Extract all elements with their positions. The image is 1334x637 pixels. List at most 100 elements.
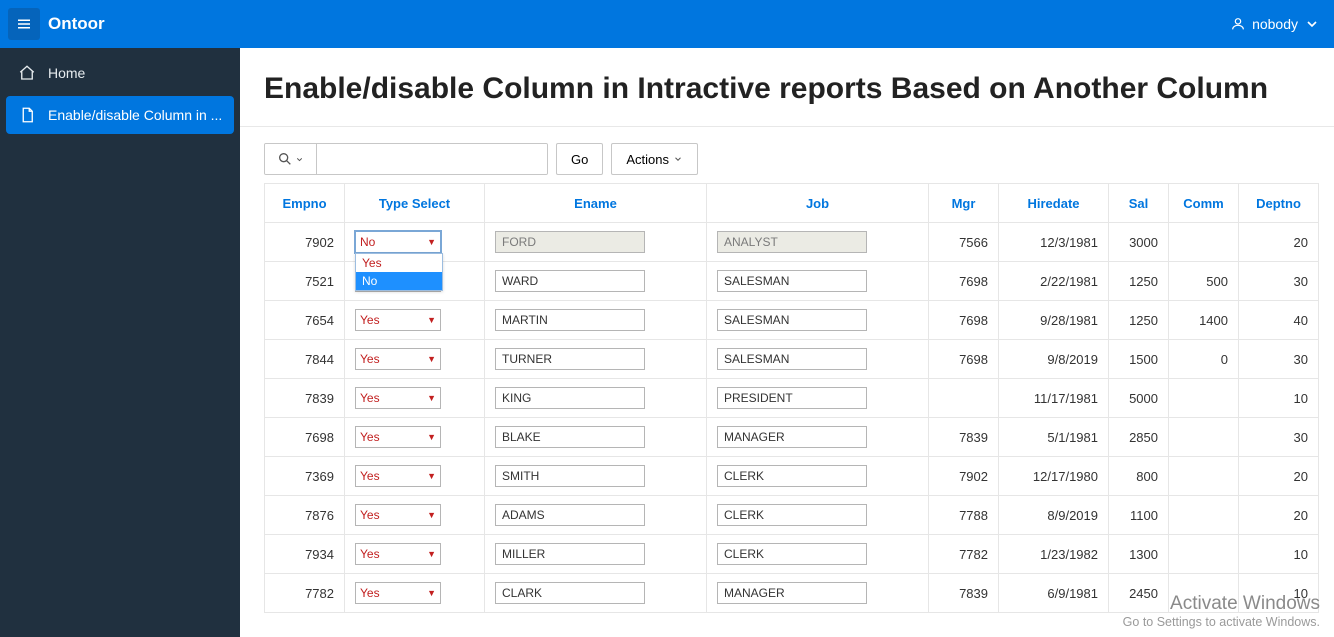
cell-mgr: 7782 xyxy=(929,535,999,574)
type-select[interactable]: Yes▼ xyxy=(355,309,441,331)
cell-mgr: 7698 xyxy=(929,301,999,340)
col-job-header[interactable]: Job xyxy=(707,184,929,223)
ename-input[interactable] xyxy=(495,270,645,292)
cell-deptno: 10 xyxy=(1239,535,1319,574)
job-input[interactable] xyxy=(717,387,867,409)
job-input[interactable] xyxy=(717,309,867,331)
ename-input[interactable] xyxy=(495,309,645,331)
type-option-no[interactable]: No xyxy=(356,272,442,290)
table-row: 7934Yes▼77821/23/1982130010 xyxy=(265,535,1319,574)
sidebar-item-home[interactable]: Home xyxy=(6,54,234,92)
type-select[interactable]: Yes▼ xyxy=(355,348,441,370)
search-wrap xyxy=(264,143,548,175)
cell-job xyxy=(707,340,929,379)
job-input[interactable] xyxy=(717,543,867,565)
type-select[interactable]: Yes ▼ xyxy=(355,387,441,409)
ename-input[interactable] xyxy=(495,543,645,565)
home-icon xyxy=(18,64,36,82)
cell-mgr: 7698 xyxy=(929,340,999,379)
cell-type-select: Yes▼ xyxy=(345,457,485,496)
type-select[interactable]: Yes ▼ xyxy=(355,582,441,604)
type-select-value: Yes xyxy=(360,469,380,483)
report-table: Empno Type Select Ename Job Mgr Hiredate… xyxy=(264,183,1319,613)
cell-job xyxy=(707,379,929,418)
caret-down-icon: ▼ xyxy=(427,432,436,442)
cell-ename xyxy=(485,457,707,496)
cell-job xyxy=(707,496,929,535)
hamburger-icon xyxy=(15,15,33,33)
sidebar-item-enable-disable[interactable]: Enable/disable Column in ... xyxy=(6,96,234,134)
cell-type-select: Yes ▼ xyxy=(345,418,485,457)
ename-input[interactable] xyxy=(495,465,645,487)
cell-deptno: 30 xyxy=(1239,340,1319,379)
cell-hiredate: 12/3/1981 xyxy=(999,223,1109,262)
job-input[interactable] xyxy=(717,465,867,487)
actions-menu-button[interactable]: Actions xyxy=(611,143,698,175)
cell-ename xyxy=(485,496,707,535)
job-input[interactable] xyxy=(717,270,867,292)
cell-comm xyxy=(1169,457,1239,496)
search-column-button[interactable] xyxy=(265,144,317,174)
cell-hiredate: 8/9/2019 xyxy=(999,496,1109,535)
caret-down-icon: ▼ xyxy=(427,393,436,403)
col-empno-header[interactable]: Empno xyxy=(265,184,345,223)
cell-mgr xyxy=(929,379,999,418)
job-input[interactable] xyxy=(717,426,867,448)
cell-empno: 7521 xyxy=(265,262,345,301)
cell-type-select: Yes▼ xyxy=(345,301,485,340)
cell-comm: 1400 xyxy=(1169,301,1239,340)
menu-toggle-button[interactable] xyxy=(8,8,40,40)
go-label: Go xyxy=(571,152,588,167)
type-option-yes[interactable]: Yes xyxy=(356,254,442,272)
type-select[interactable]: No▼YesNo xyxy=(355,231,441,253)
cell-mgr: 7698 xyxy=(929,262,999,301)
type-select[interactable]: Yes ▼ xyxy=(355,426,441,448)
job-input[interactable] xyxy=(717,348,867,370)
type-select[interactable]: Yes▼ xyxy=(355,465,441,487)
cell-ename xyxy=(485,223,707,262)
cell-ename xyxy=(485,574,707,613)
report-toolbar: Go Actions xyxy=(264,143,1310,175)
cell-hiredate: 9/8/2019 xyxy=(999,340,1109,379)
col-ename-header[interactable]: Ename xyxy=(485,184,707,223)
cell-job xyxy=(707,223,929,262)
type-select-value: Yes xyxy=(360,391,380,405)
col-type-header[interactable]: Type Select xyxy=(345,184,485,223)
col-comm-header[interactable]: Comm xyxy=(1169,184,1239,223)
job-input xyxy=(717,231,867,253)
cell-hiredate: 11/17/1981 xyxy=(999,379,1109,418)
cell-empno: 7698 xyxy=(265,418,345,457)
ename-input[interactable] xyxy=(495,387,645,409)
job-input[interactable] xyxy=(717,582,867,604)
type-select[interactable]: Yes▼ xyxy=(355,504,441,526)
cell-sal: 2850 xyxy=(1109,418,1169,457)
cell-job xyxy=(707,301,929,340)
col-deptno-header[interactable]: Deptno xyxy=(1239,184,1319,223)
cell-sal: 5000 xyxy=(1109,379,1169,418)
type-select-value: Yes xyxy=(360,586,380,600)
user-menu[interactable]: nobody xyxy=(1230,16,1326,32)
cell-mgr: 7902 xyxy=(929,457,999,496)
caret-down-icon: ▼ xyxy=(427,237,436,247)
search-input[interactable] xyxy=(317,144,547,174)
ename-input[interactable] xyxy=(495,582,645,604)
cell-ename xyxy=(485,301,707,340)
go-button[interactable]: Go xyxy=(556,143,603,175)
sidebar: Home Enable/disable Column in ... xyxy=(0,48,240,637)
ename-input[interactable] xyxy=(495,426,645,448)
col-mgr-header[interactable]: Mgr xyxy=(929,184,999,223)
type-select[interactable]: Yes▼ xyxy=(355,543,441,565)
ename-input[interactable] xyxy=(495,504,645,526)
caret-down-icon: ▼ xyxy=(427,588,436,598)
cell-sal: 1300 xyxy=(1109,535,1169,574)
type-select-value: Yes xyxy=(360,430,380,444)
cell-empno: 7844 xyxy=(265,340,345,379)
col-sal-header[interactable]: Sal xyxy=(1109,184,1169,223)
chevron-down-icon xyxy=(1304,16,1320,32)
chevron-down-icon xyxy=(673,154,683,164)
cell-hiredate: 1/23/1982 xyxy=(999,535,1109,574)
ename-input[interactable] xyxy=(495,348,645,370)
job-input[interactable] xyxy=(717,504,867,526)
col-hiredate-header[interactable]: Hiredate xyxy=(999,184,1109,223)
cell-sal: 1250 xyxy=(1109,262,1169,301)
